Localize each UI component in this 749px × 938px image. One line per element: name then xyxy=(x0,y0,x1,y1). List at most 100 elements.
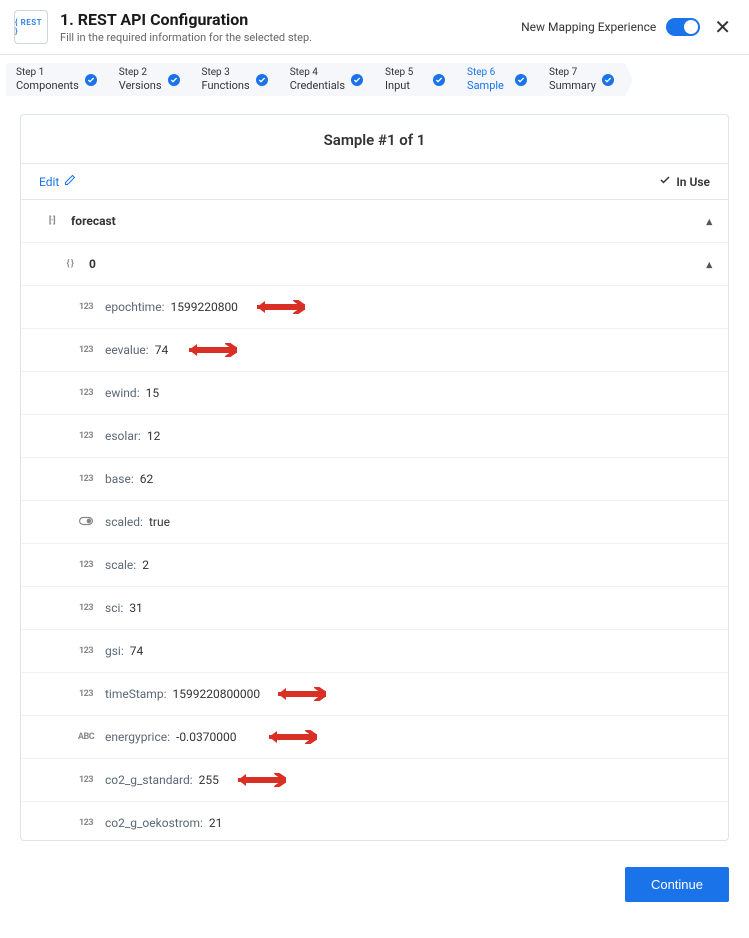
pencil-icon xyxy=(64,174,76,189)
type-123-icon: 123 xyxy=(77,345,95,355)
field-key: eevalue: xyxy=(105,343,149,357)
field-value: 15 xyxy=(146,386,160,400)
step-label: Step 5 xyxy=(385,67,427,78)
step-sample[interactable]: Step 6Sample xyxy=(457,63,539,96)
new-mapping-toggle[interactable] xyxy=(666,18,700,36)
type-123-icon: 123 xyxy=(77,646,95,656)
check-icon xyxy=(659,174,671,189)
annotation-arrow-icon xyxy=(189,343,237,357)
field-value: 255 xyxy=(199,773,219,787)
type-123-icon: 123 xyxy=(77,474,95,484)
step-label: Step 3 xyxy=(202,67,250,78)
annotation-arrow-icon xyxy=(238,773,286,787)
type-boolean-icon xyxy=(77,516,95,529)
tree-field-gsi[interactable]: 123 gsi: 74 xyxy=(21,630,728,673)
field-key: energyprice: xyxy=(105,730,170,744)
tree-root-forecast[interactable]: [·] forecast ▴ xyxy=(21,200,728,243)
field-value: 74 xyxy=(130,644,144,658)
field-key: sci: xyxy=(105,601,123,615)
chevron-up-icon: ▴ xyxy=(706,258,712,271)
field-key: gsi: xyxy=(105,644,124,658)
tree-field-scale[interactable]: 123 scale: 2 xyxy=(21,544,728,587)
step-name: Functions xyxy=(202,79,250,92)
tree-field-base[interactable]: 123 base: 62 xyxy=(21,458,728,501)
field-key: co2_g_oekostrom: xyxy=(105,816,203,830)
step-name: Summary xyxy=(549,79,596,92)
type-123-icon: 123 xyxy=(77,689,95,699)
tree-field-epochtime[interactable]: 123epochtime:1599220800 xyxy=(21,286,728,329)
stepper: Step 1ComponentsStep 2VersionsStep 3Func… xyxy=(0,55,749,108)
tree-child-label: 0 xyxy=(89,257,96,271)
step-label: Step 1 xyxy=(16,67,79,78)
step-name: Input xyxy=(385,79,427,92)
step-check-icon xyxy=(168,74,180,86)
tree-field-timestamp[interactable]: 123timeStamp:1599220800000 xyxy=(21,673,728,716)
step-check-icon xyxy=(433,74,445,86)
step-label: Step 6 xyxy=(467,67,509,78)
object-icon: { } xyxy=(61,259,79,269)
tree-field-scaled[interactable]: scaled:true xyxy=(21,501,728,544)
new-mapping-label: New Mapping Experience xyxy=(521,20,656,34)
annotation-arrow-icon xyxy=(278,687,326,701)
type-123-icon: 123 xyxy=(77,603,95,613)
field-key: co2_g_standard: xyxy=(105,773,193,787)
step-check-icon xyxy=(85,74,97,86)
close-icon[interactable]: ✕ xyxy=(710,17,735,37)
tree-child-0[interactable]: { } 0 ▴ xyxy=(21,243,728,286)
step-name: Credentials xyxy=(290,79,345,92)
step-check-icon xyxy=(351,74,363,86)
step-label: Step 4 xyxy=(290,67,345,78)
type-123-icon: 123 xyxy=(77,560,95,570)
rest-badge: { REST } xyxy=(14,10,48,44)
type-ABC-icon: ABC xyxy=(77,732,95,742)
field-key: base: xyxy=(105,472,134,486)
step-credentials[interactable]: Step 4Credentials xyxy=(280,63,375,96)
tree-root-label: forecast xyxy=(71,214,116,228)
card-toolbar: Edit In Use xyxy=(21,163,728,200)
step-name: Sample xyxy=(467,79,509,92)
in-use-label: In Use xyxy=(676,175,710,189)
tree-field-esolar[interactable]: 123esolar:12 xyxy=(21,415,728,458)
field-value: 2 xyxy=(142,558,149,572)
page-header: { REST } 1. REST API Configuration Fill … xyxy=(0,0,749,54)
tree-field-co2_g_standard[interactable]: 123 co2_g_standard: 255 xyxy=(21,759,728,802)
type-123-icon: 123 xyxy=(77,775,95,785)
field-value: -0.0370000 xyxy=(176,730,236,744)
step-input[interactable]: Step 5Input xyxy=(375,63,457,96)
field-value: 62 xyxy=(140,472,154,486)
annotation-arrow-icon xyxy=(257,300,305,314)
field-value: 21 xyxy=(209,816,223,830)
tree-field-eevalue[interactable]: 123eevalue:74 xyxy=(21,329,728,372)
in-use-badge: In Use xyxy=(659,174,710,189)
page-title: 1. REST API Configuration xyxy=(60,10,509,29)
step-check-icon xyxy=(515,74,527,86)
step-label: Step 2 xyxy=(119,67,162,78)
continue-button[interactable]: Continue xyxy=(625,867,729,902)
type-123-icon: 123 xyxy=(77,388,95,398)
edit-button[interactable]: Edit xyxy=(39,174,76,189)
step-summary[interactable]: Step 7Summary xyxy=(539,63,626,96)
field-value: 12 xyxy=(147,429,161,443)
step-label: Step 7 xyxy=(549,67,596,78)
tree-field-energyprice[interactable]: ABC energyprice: -0.0370000 xyxy=(21,716,728,759)
footer: Continue xyxy=(0,851,749,918)
field-key: timeStamp: xyxy=(105,687,166,701)
step-check-icon xyxy=(602,74,614,86)
title-block: 1. REST API Configuration Fill in the re… xyxy=(60,10,509,44)
field-key: scale: xyxy=(105,558,136,572)
step-check-icon xyxy=(256,74,268,86)
field-key: esolar: xyxy=(105,429,141,443)
card-title: Sample #1 of 1 xyxy=(21,115,728,163)
edit-label: Edit xyxy=(39,175,59,189)
field-key: scaled: xyxy=(105,515,143,529)
step-functions[interactable]: Step 3Functions xyxy=(192,63,280,96)
page-subtitle: Fill in the required information for the… xyxy=(60,31,509,44)
tree: [·] forecast ▴ { } 0 ▴ 123epochtime:1599… xyxy=(21,200,728,840)
step-components[interactable]: Step 1Components xyxy=(6,63,109,96)
tree-field-ewind[interactable]: 123 ewind: 15 xyxy=(21,372,728,415)
step-versions[interactable]: Step 2Versions xyxy=(109,63,192,96)
tree-field-co2_g_oekostrom[interactable]: 123co2_g_oekostrom:21 xyxy=(21,802,728,840)
field-key: ewind: xyxy=(105,386,140,400)
tree-field-sci[interactable]: 123sci:31 xyxy=(21,587,728,630)
field-value: 1599220800 xyxy=(170,300,237,314)
